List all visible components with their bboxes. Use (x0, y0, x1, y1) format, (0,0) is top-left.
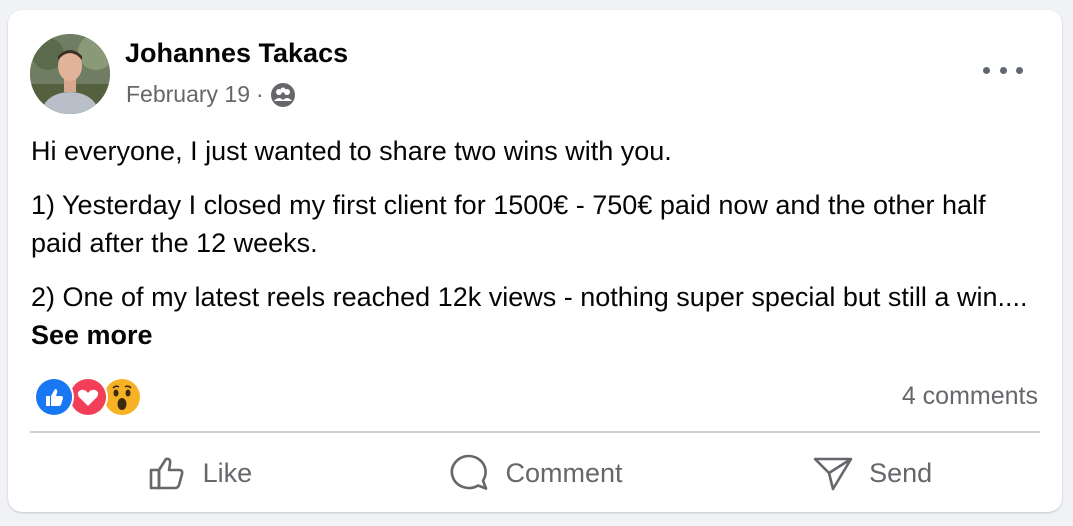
send-label: Send (869, 457, 933, 488)
like-button[interactable]: Like (30, 440, 367, 506)
comment-label: Comment (505, 457, 623, 488)
reaction-summary[interactable] (34, 377, 154, 417)
post-paragraph: 1) Yesterday I closed my first client fo… (31, 190, 986, 258)
post-paragraph: Hi everyone, I just wanted to share two … (31, 136, 672, 166)
post-meta: February 19 · (126, 81, 296, 108)
post-date[interactable]: February 19 (126, 81, 250, 108)
wow-icon (102, 377, 142, 417)
comments-count[interactable]: 4 comments (902, 382, 1038, 411)
comment-button[interactable]: Comment (367, 440, 704, 506)
meta-separator: · (256, 81, 264, 107)
like-label: Like (202, 457, 253, 488)
like-icon (34, 377, 74, 417)
author-name[interactable]: Johannes Takacs (125, 38, 348, 69)
post-card: Johannes Takacs February 19 · Hi everyon… (8, 10, 1062, 512)
dot (983, 66, 990, 74)
action-bar: Like Comment Send (30, 440, 1040, 506)
post-paragraph-text: 2) One of my latest reels reached 12k vi… (31, 282, 1028, 312)
post-paragraph: 2) One of my latest reels reached 12k vi… (31, 278, 1041, 354)
love-icon (68, 377, 108, 417)
post-body: Hi everyone, I just wanted to share two … (31, 132, 1041, 370)
more-options-button[interactable] (983, 58, 1023, 82)
dot (999, 66, 1007, 74)
comment-bubble-icon (451, 454, 488, 490)
avatar[interactable] (30, 34, 110, 114)
see-more-link[interactable]: See more (31, 320, 153, 350)
dot (1016, 66, 1023, 74)
thumbs-up-icon (149, 457, 184, 490)
friends-icon[interactable] (270, 82, 296, 108)
send-arrow-icon (813, 457, 853, 491)
send-button[interactable]: Send (703, 440, 1040, 506)
divider (30, 431, 1040, 433)
